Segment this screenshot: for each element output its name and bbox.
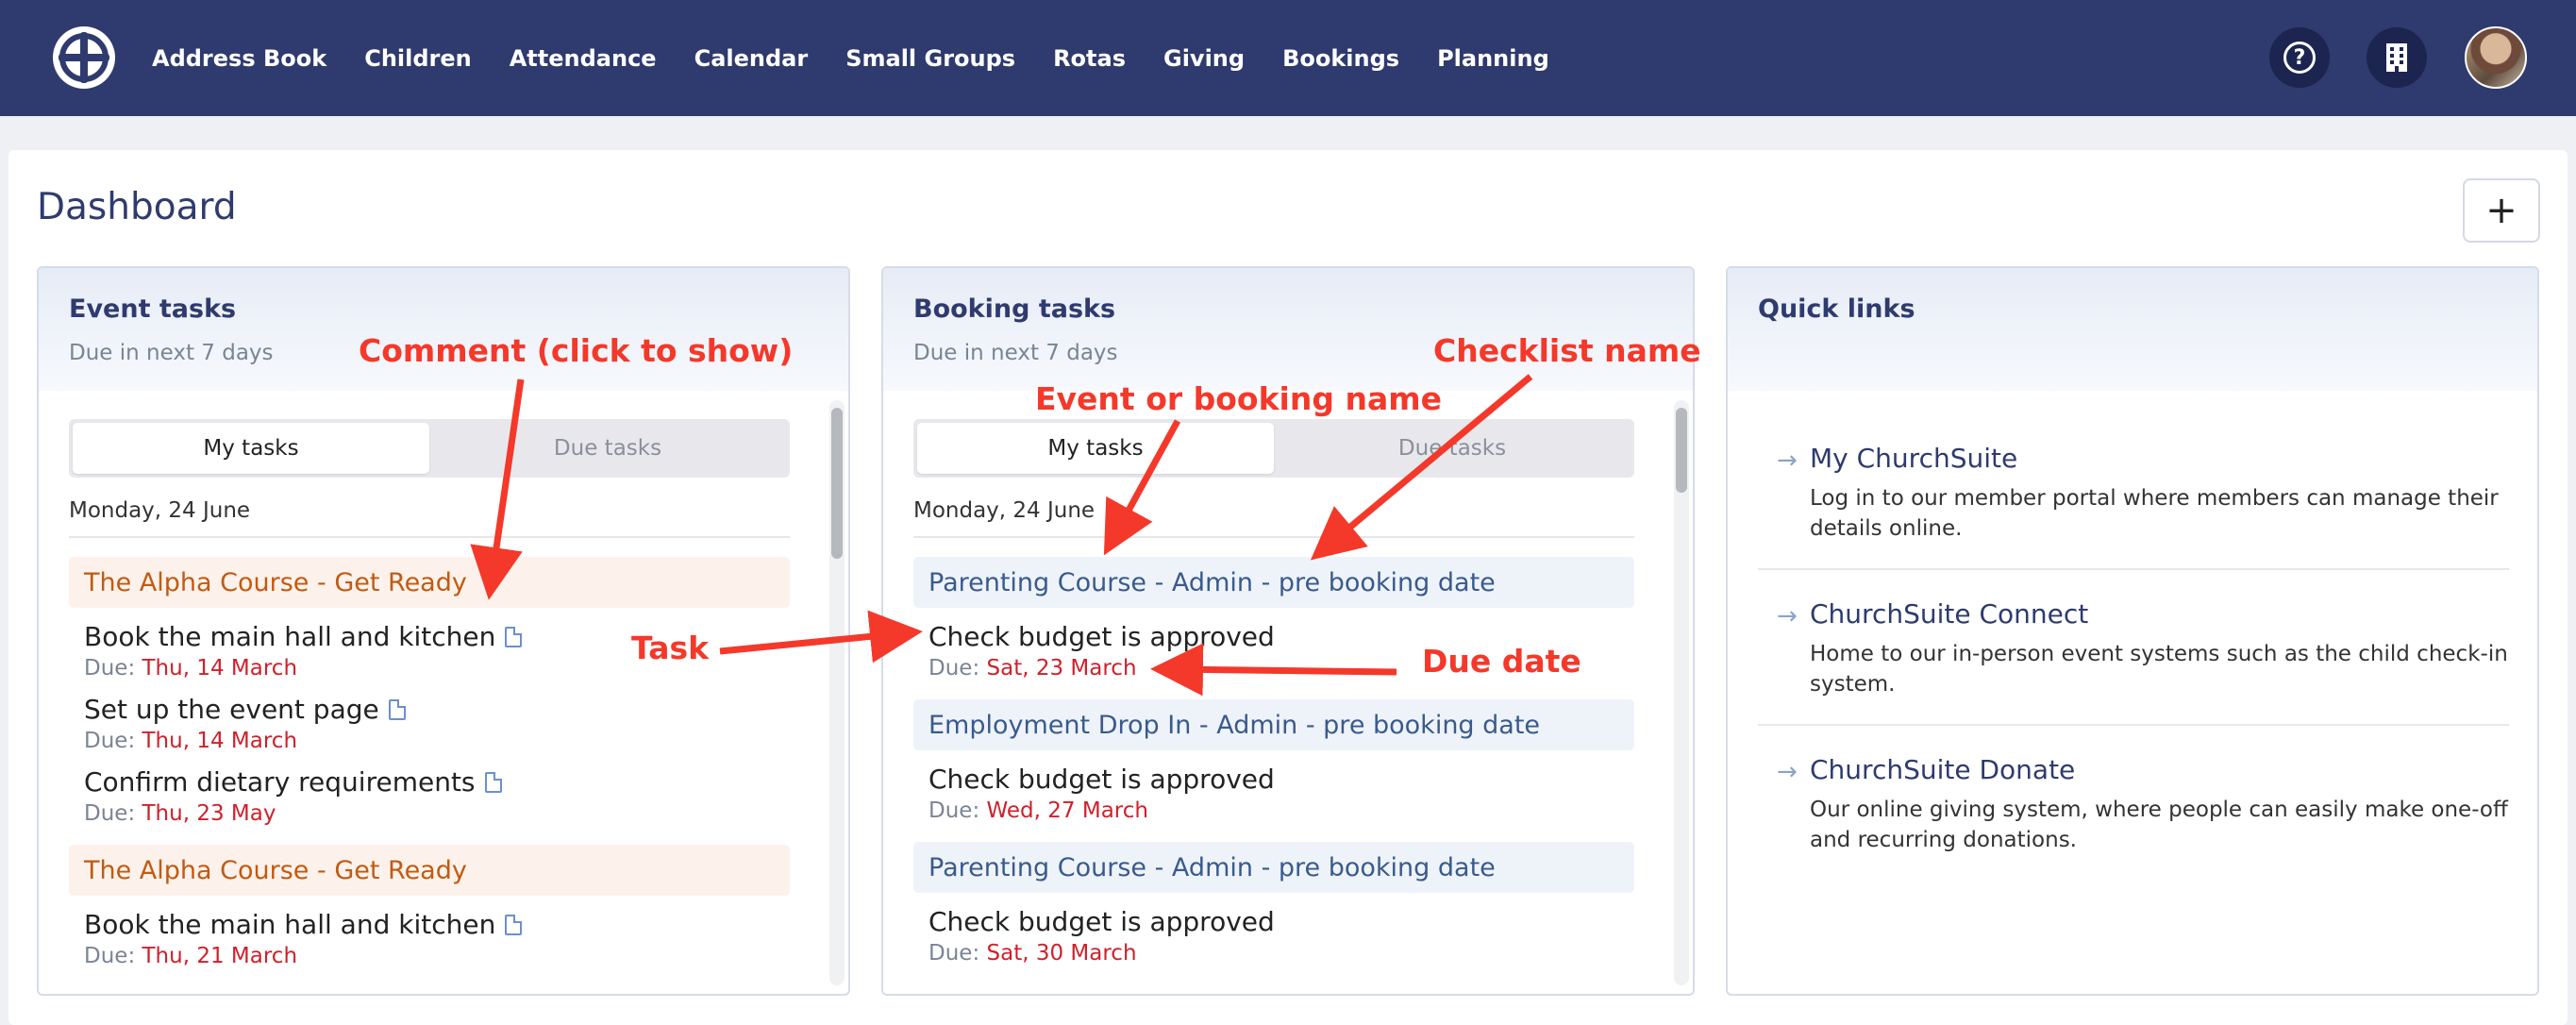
annotation-checklist: Checklist name [1433, 332, 1701, 369]
due-date: Thu, 14 March [142, 729, 298, 753]
top-nav-bar: Address Book Children Attendance Calenda… [0, 0, 2576, 116]
nav-item-planning[interactable]: Planning [1437, 45, 1549, 72]
tab-due-tasks[interactable]: Due tasks [429, 423, 786, 474]
panel-scroll-area[interactable]: My tasks Due tasks Monday, 24 June Paren… [883, 391, 1693, 994]
nav-item-calendar[interactable]: Calendar [694, 45, 809, 72]
quick-link-title[interactable]: ChurchSuite Connect [1810, 598, 2509, 630]
task-title[interactable]: Book the main hall and kitchen [84, 621, 495, 652]
help-button[interactable]: ? [2269, 27, 2330, 88]
task-title[interactable]: Book the main hall and kitchen [84, 909, 495, 940]
scrollbar[interactable] [1674, 400, 1689, 985]
arrow-right-icon: → [1777, 446, 1798, 475]
task-title[interactable]: Check budget is approved [928, 764, 1634, 795]
due-date: Thu, 21 March [142, 944, 298, 968]
day-heading: Monday, 24 June [913, 498, 1634, 538]
annotation-event-name: Event or booking name [1035, 380, 1442, 417]
booking-name[interactable]: Parenting Course - Admin - pre booking d… [913, 842, 1634, 893]
task-tabs: My tasks Due tasks [913, 419, 1634, 478]
quick-link-description: Home to our in-person event systems such… [1810, 642, 2508, 697]
task-group: Parenting Course - Admin - pre booking d… [913, 842, 1634, 966]
quick-link-title[interactable]: ChurchSuite Donate [1810, 754, 2509, 785]
panel-header: Quick links [1728, 268, 2537, 391]
task-title[interactable]: Set up the event page [84, 694, 379, 725]
due-label: Due: [928, 798, 980, 823]
scrollbar-thumb[interactable] [1676, 408, 1687, 493]
organisation-button[interactable] [2367, 27, 2427, 88]
due-label: Due: [84, 801, 136, 826]
task-title[interactable]: Confirm dietary requirements [84, 766, 476, 798]
booking-tasks-panel: Booking tasks Due in next 7 days My task… [881, 266, 1695, 996]
event-name[interactable]: The Alpha Course - Get Ready [69, 845, 790, 896]
quick-link-description: Log in to our member portal where member… [1810, 486, 2499, 541]
avatar[interactable] [2465, 26, 2527, 89]
panel-title: Booking tasks [913, 294, 1116, 324]
dashboard-card: Dashboard + Event tasks Due in next 7 da… [8, 150, 2568, 1025]
panel-header: Event tasks Due in next 7 days [39, 268, 848, 391]
quick-link-description: Our online giving system, where people c… [1810, 798, 2508, 852]
quick-link-title[interactable]: My ChurchSuite [1810, 443, 2509, 474]
task-item: Check budget is approved Due: Wed, 27 Ma… [913, 764, 1634, 823]
quick-link-item[interactable]: → ChurchSuite Donate Our online giving s… [1758, 726, 2509, 880]
task-item: Confirm dietary requirements Due: Thu, 2… [69, 766, 790, 826]
comment-icon[interactable] [388, 698, 406, 720]
quick-links-list: → My ChurchSuite Log in to our member po… [1758, 414, 2509, 880]
due-date: Thu, 23 May [142, 801, 276, 826]
due-label: Due: [84, 729, 136, 753]
quick-link-item[interactable]: → My ChurchSuite Log in to our member po… [1758, 414, 2509, 570]
nav-item-address-book[interactable]: Address Book [152, 45, 326, 72]
scrollbar-thumb[interactable] [831, 408, 843, 559]
due-date: Wed, 27 March [986, 798, 1148, 823]
nav-item-rotas[interactable]: Rotas [1053, 45, 1126, 72]
panel-title: Quick links [1758, 294, 1915, 324]
nav-item-bookings[interactable]: Bookings [1282, 45, 1399, 72]
tab-my-tasks[interactable]: My tasks [917, 423, 1274, 474]
due-label: Due: [928, 656, 980, 681]
due-date: Sat, 23 March [986, 656, 1137, 681]
due-label: Due: [84, 944, 136, 968]
task-tabs: My tasks Due tasks [69, 419, 790, 478]
building-icon [2386, 43, 2407, 72]
booking-name[interactable]: Employment Drop In - Admin - pre booking… [913, 699, 1634, 750]
comment-icon[interactable] [505, 626, 523, 647]
due-date: Sat, 30 March [986, 941, 1137, 966]
comment-icon[interactable] [505, 914, 523, 935]
arrow-right-icon: → [1777, 602, 1798, 630]
panel-scroll-area[interactable]: My tasks Due tasks Monday, 24 June The A… [39, 391, 848, 994]
event-tasks-panel: Event tasks Due in next 7 days My tasks … [37, 266, 850, 996]
panel-title: Event tasks [69, 294, 237, 324]
help-icon: ? [2283, 42, 2316, 74]
due-label: Due: [84, 656, 136, 681]
panel-header: Booking tasks Due in next 7 days [883, 268, 1693, 391]
comment-icon[interactable] [484, 771, 502, 793]
task-item: Check budget is approved Due: Sat, 30 Ma… [913, 906, 1634, 966]
task-title[interactable]: Check budget is approved [928, 906, 1634, 937]
annotation-due-date: Due date [1422, 643, 1581, 680]
due-date: Thu, 14 March [142, 656, 298, 681]
booking-name[interactable]: Parenting Course - Admin - pre booking d… [913, 557, 1634, 608]
nav-item-small-groups[interactable]: Small Groups [845, 45, 1015, 72]
tab-my-tasks[interactable]: My tasks [73, 423, 429, 474]
annotation-task: Task [631, 630, 710, 666]
due-label: Due: [928, 941, 980, 966]
quick-link-item[interactable]: → ChurchSuite Connect Home to our in-per… [1758, 570, 2509, 726]
task-item: Set up the event page Due: Thu, 14 March [69, 694, 790, 753]
nav-item-giving[interactable]: Giving [1163, 45, 1245, 72]
logo-icon[interactable] [53, 26, 115, 89]
add-widget-button[interactable]: + [2463, 178, 2540, 243]
annotation-comment: Comment (click to show) [359, 332, 794, 369]
task-group: Employment Drop In - Admin - pre booking… [913, 699, 1634, 823]
task-item: Book the main hall and kitchen Due: Thu,… [69, 909, 790, 968]
task-group: The Alpha Course - Get Ready Book the ma… [69, 845, 790, 968]
quick-links-panel: Quick links → My ChurchSuite Log in to o… [1726, 266, 2539, 996]
day-heading: Monday, 24 June [69, 498, 790, 538]
nav-item-attendance[interactable]: Attendance [510, 45, 657, 72]
nav-item-children[interactable]: Children [364, 45, 472, 72]
scrollbar[interactable] [829, 400, 845, 985]
arrow-right-icon: → [1777, 758, 1798, 786]
tab-due-tasks[interactable]: Due tasks [1274, 423, 1631, 474]
task-group: The Alpha Course - Get Ready Book the ma… [69, 557, 790, 826]
page-title: Dashboard [37, 186, 237, 228]
main-nav: Address Book Children Attendance Calenda… [152, 0, 1587, 116]
event-name[interactable]: The Alpha Course - Get Ready [69, 557, 790, 608]
